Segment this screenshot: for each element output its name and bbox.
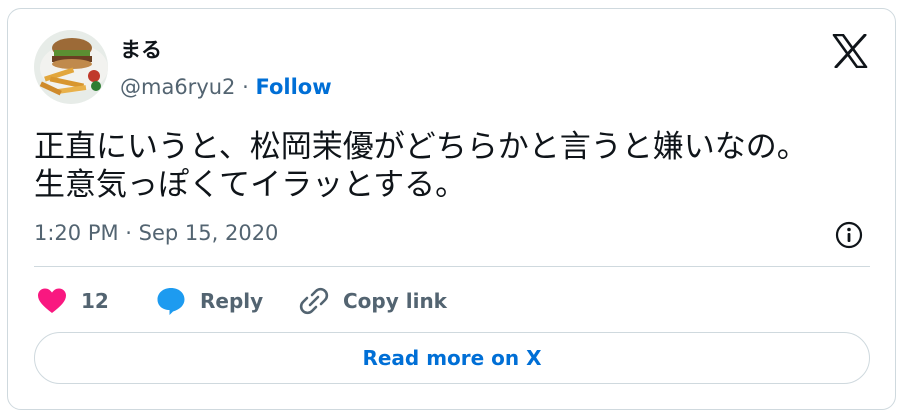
like-button[interactable]: 12	[37, 284, 109, 318]
copy-link-label: Copy link	[343, 289, 447, 313]
heart-icon	[38, 288, 66, 313]
tweet-line: 正直にいうと、松岡茉優がどちらかと言うと嫌いなの。	[34, 129, 808, 165]
divider	[34, 266, 870, 267]
separator: ·	[242, 75, 249, 99]
avatar[interactable]	[34, 30, 108, 104]
follow-button[interactable]: Follow	[255, 75, 331, 99]
copy-link-button[interactable]: Copy link	[299, 284, 447, 318]
timestamp[interactable]: 1:20 PM · Sep 15, 2020	[34, 221, 278, 245]
reply-button[interactable]: Reply	[156, 284, 263, 318]
handle[interactable]: @ma6ryu2	[120, 75, 235, 99]
reply-label: Reply	[200, 289, 264, 313]
speech-bubble-icon	[157, 288, 185, 315]
info-icon[interactable]	[835, 221, 863, 249]
link-icon	[299, 287, 329, 315]
like-count: 12	[81, 289, 109, 313]
display-name[interactable]: まる	[120, 34, 162, 64]
read-more-button[interactable]: Read more on X	[34, 332, 870, 384]
avatar-image	[34, 30, 108, 104]
author-meta: @ma6ryu2 · Follow	[120, 75, 332, 99]
tweet-text: 正直にいうと、松岡茉優がどちらかと言うと嫌いなの。 生意気っぽくてイラッとする。	[34, 128, 874, 204]
tweet-line: 生意気っぽくてイラッとする。	[34, 167, 467, 203]
x-logo-icon[interactable]	[832, 33, 868, 69]
